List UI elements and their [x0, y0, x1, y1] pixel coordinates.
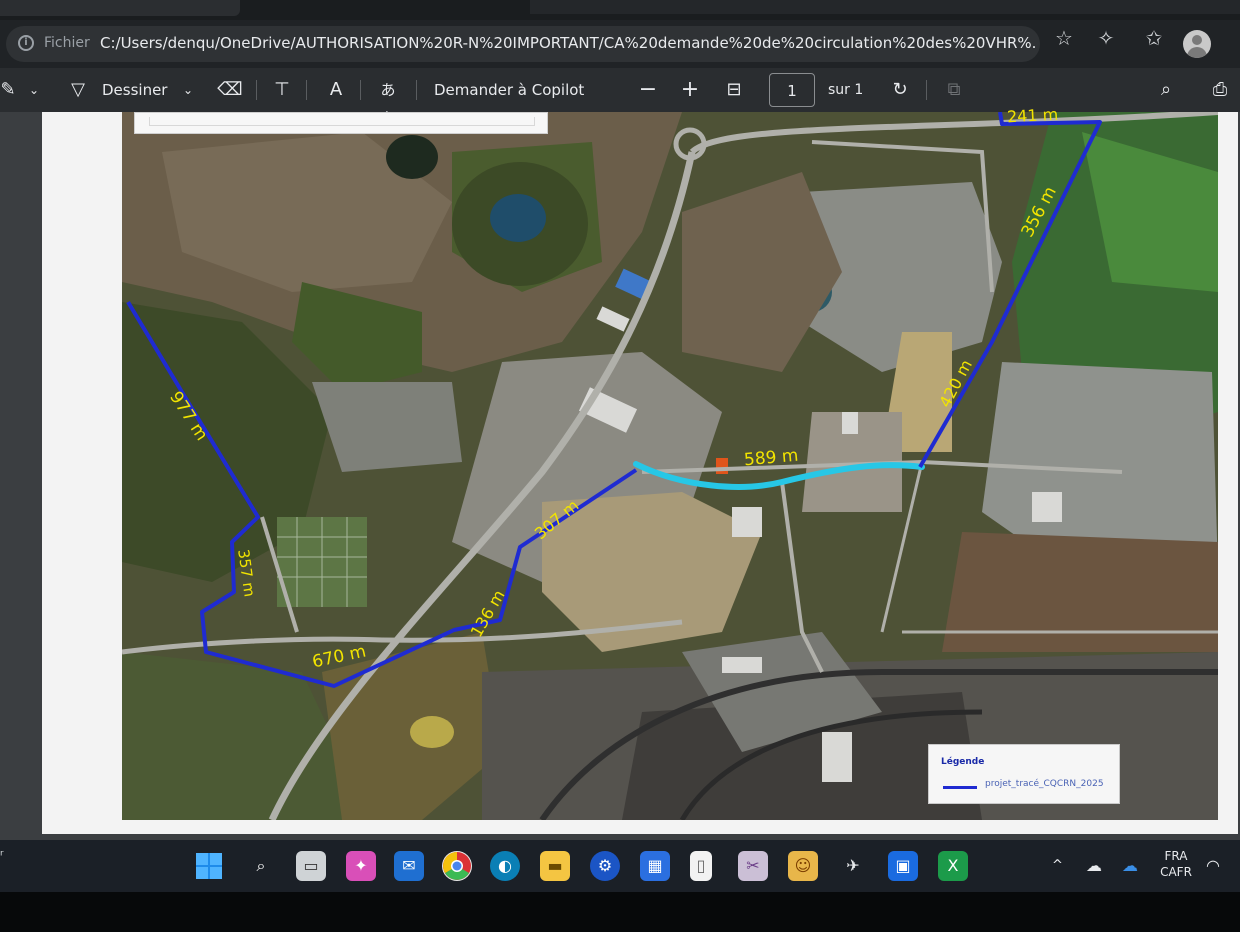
toolbar-divider [926, 80, 927, 100]
highlight-icon[interactable]: ✎ [0, 76, 22, 104]
translate-icon[interactable]: ああ [374, 76, 402, 127]
address-url[interactable]: C:/Users/denqu/OneDrive/AUTHORISATION%20… [100, 34, 1035, 52]
rotate-icon[interactable]: ↻ [886, 76, 914, 104]
toolbar-divider [256, 80, 257, 100]
page-number-input[interactable]: 1 [769, 73, 815, 107]
favorite-star-icon[interactable]: ☆ [1050, 24, 1078, 52]
document-icon[interactable]: ▯ [690, 851, 712, 881]
zoom-out-button[interactable]: − [634, 76, 662, 104]
edge-icon[interactable]: ◐ [490, 851, 520, 881]
address-prefix: Fichier [44, 35, 90, 51]
onedrive-cloud-icon[interactable]: ☁ [1086, 840, 1102, 892]
people-app-icon[interactable]: ☺ [788, 851, 818, 881]
legend-title: Légende [941, 757, 985, 767]
read-aloud-icon[interactable]: A [322, 76, 350, 104]
settings-gear-icon[interactable]: ⚙ [590, 851, 620, 881]
legend-item-label: projet_tracé_CQCRN_2025 [985, 779, 1104, 789]
browser-tab[interactable] [0, 0, 240, 16]
fit-page-icon[interactable]: ⊟ [720, 76, 748, 104]
file-explorer-icon[interactable]: ▬ [540, 851, 570, 881]
toolbar-divider [416, 80, 417, 100]
onedrive-blue-cloud-icon[interactable]: ☁ [1122, 840, 1138, 892]
wifi-icon[interactable]: ◠ [1206, 840, 1220, 892]
satellite-map [122, 112, 1218, 820]
mail-icon[interactable]: ✉ [394, 851, 424, 881]
favorites-collection-icon[interactable]: ✩ [1140, 24, 1168, 52]
task-view-icon[interactable]: ▭ [296, 851, 326, 881]
print-icon[interactable]: ⎙ [1206, 76, 1234, 104]
remote-desktop-icon[interactable]: ▣ [888, 851, 918, 881]
language-code: FRA [1164, 849, 1188, 863]
route-segment-label: 241 m [1006, 104, 1059, 127]
extensions-puzzle-icon[interactable]: ✧ [1092, 24, 1120, 52]
desktop-edge-glyph: ʳ [0, 848, 4, 864]
snipping-tool-icon[interactable]: ✂ [738, 851, 768, 881]
toolbar-divider [360, 80, 361, 100]
page-count: sur 1 [828, 82, 864, 98]
address-bar[interactable]: i Fichier C:/Users/denqu/OneDrive/AUTHOR… [6, 26, 1040, 62]
taskbar: ⌕ ▭ ✦ ✉ ◐ ▬ ⚙ ▦ ▯ ✂ ☺ ✈ ▣ X ^ ☁ ☁ FRA CA… [0, 840, 1240, 892]
browser-tab-strip [0, 0, 1240, 20]
satellite-icon[interactable]: ✈ [838, 851, 868, 881]
monitor-bezel [0, 892, 1240, 932]
site-info-icon[interactable]: i [18, 35, 34, 51]
search-icon[interactable]: ⌕ [1152, 76, 1180, 104]
search-icon[interactable]: ⌕ [246, 851, 276, 881]
eraser-icon[interactable]: ⌫ [216, 76, 244, 104]
zoom-in-button[interactable]: + [676, 76, 704, 104]
chevron-down-icon[interactable]: ⌄ [20, 76, 48, 104]
address-bar-row: i Fichier C:/Users/denqu/OneDrive/AUTHOR… [0, 20, 1240, 68]
show-hidden-icons-chevron-icon[interactable]: ^ [1052, 840, 1063, 892]
windows-start-icon[interactable] [196, 853, 222, 879]
draw-button[interactable]: Dessiner [102, 68, 167, 112]
tab-strip-background [530, 0, 1240, 14]
calendar-icon[interactable]: ▦ [640, 851, 670, 881]
chevron-down-icon[interactable]: ⌄ [174, 76, 202, 104]
keyboard-layout: CAFR [1160, 865, 1192, 879]
ask-copilot-button[interactable]: Demander à Copilot [434, 68, 584, 112]
excel-icon[interactable]: X [938, 851, 968, 881]
map-title-box [134, 112, 548, 134]
copilot-icon[interactable]: ✦ [346, 851, 376, 881]
draw-icon[interactable]: ▽ [64, 76, 92, 104]
map-legend: Légende projet_tracé_CQCRN_2025 [928, 744, 1120, 804]
two-page-view-icon[interactable]: ⧉ [940, 76, 968, 104]
toolbar-divider [306, 80, 307, 100]
legend-line-swatch [943, 786, 977, 789]
text-box-icon[interactable]: ⊤ [268, 76, 296, 104]
input-language-indicator[interactable]: FRA CAFR [1156, 848, 1196, 880]
profile-avatar[interactable] [1183, 30, 1211, 58]
chrome-icon[interactable] [442, 851, 472, 881]
